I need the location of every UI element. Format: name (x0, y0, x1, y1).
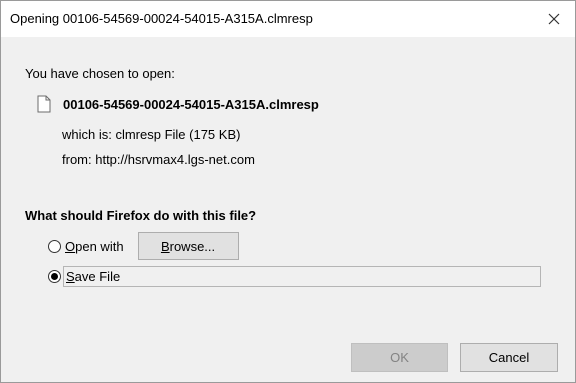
title-bar: Opening 00106-54569-00024-54015-A315A.cl… (1, 1, 575, 37)
file-source-label: from: http://hsrvmax4.lgs-net.com (62, 152, 255, 167)
browse-accel: B (160, 238, 170, 254)
cancel-button[interactable]: Cancel (460, 343, 558, 372)
file-name: 00106-54569-00024-54015-A315A.clmresp (63, 96, 319, 112)
save-file-label-rest: ave File (74, 269, 121, 284)
chosen-label: You have chosen to open: (25, 66, 175, 81)
document-icon (37, 95, 51, 113)
save-file-accel: S (66, 269, 75, 284)
action-question: What should Firefox do with this file? (25, 208, 257, 223)
save-file-radio[interactable] (48, 270, 61, 283)
close-icon (548, 13, 560, 25)
ok-button[interactable]: OK (351, 343, 448, 372)
dialog-content: You have chosen to open: 00106-54569-000… (1, 37, 575, 382)
browse-button[interactable]: Browse... (137, 232, 239, 260)
open-with-row: Open with Browse... (48, 232, 239, 260)
close-button[interactable] (539, 6, 569, 32)
file-info-row: 00106-54569-00024-54015-A315A.clmresp (37, 95, 319, 113)
browse-label-rest: rowse... (169, 238, 216, 254)
save-file-row: Save File (48, 266, 541, 287)
open-with-label-rest: pen with (75, 238, 124, 254)
open-with-label[interactable]: Open with (65, 239, 124, 254)
download-dialog: Opening 00106-54569-00024-54015-A315A.cl… (0, 0, 576, 383)
file-type-label: which is: clmresp File (175 KB) (62, 127, 241, 142)
save-file-option[interactable]: Save File (63, 266, 541, 287)
open-with-accel: O (65, 238, 76, 254)
dialog-title: Opening 00106-54569-00024-54015-A315A.cl… (10, 11, 313, 26)
open-with-radio[interactable] (48, 239, 61, 253)
